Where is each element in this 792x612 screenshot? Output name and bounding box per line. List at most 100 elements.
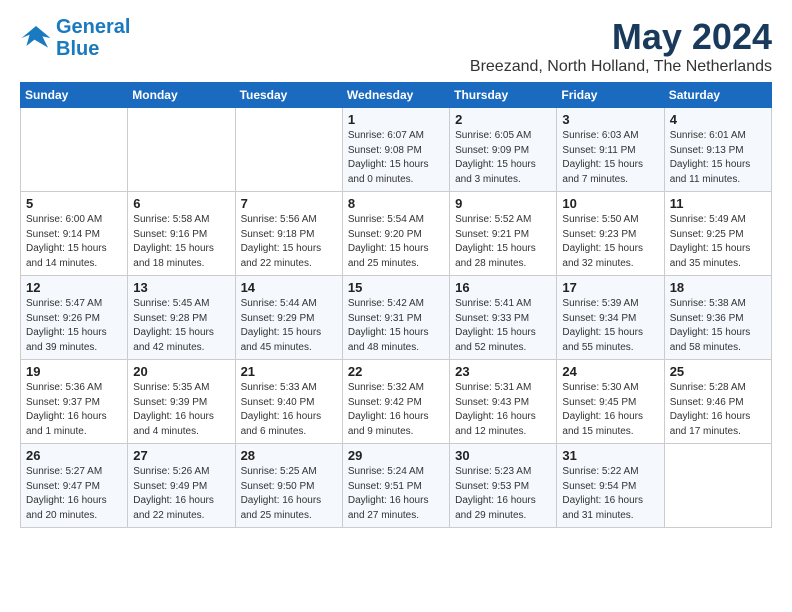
day-info: Sunrise: 6:07 AMSunset: 9:08 PMDaylight:… (348, 129, 444, 187)
weekday-header: Monday (128, 83, 235, 108)
day-number: 7 (241, 196, 337, 211)
calendar-cell (664, 444, 771, 528)
day-info: Sunrise: 5:41 AMSunset: 9:33 PMDaylight:… (455, 297, 551, 355)
calendar-cell: 17 Sunrise: 5:39 AMSunset: 9:34 PMDayligh… (557, 276, 664, 360)
day-number: 29 (348, 448, 444, 463)
calendar-cell: 6 Sunrise: 5:58 AMSunset: 9:16 PMDaylight… (128, 192, 235, 276)
day-number: 19 (26, 364, 122, 379)
day-info: Sunrise: 6:00 AMSunset: 9:14 PMDaylight:… (26, 213, 122, 271)
day-info: Sunrise: 5:44 AMSunset: 9:29 PMDaylight:… (241, 297, 337, 355)
day-number: 21 (241, 364, 337, 379)
day-number: 1 (348, 112, 444, 127)
day-number: 2 (455, 112, 551, 127)
day-number: 13 (133, 280, 229, 295)
day-info: Sunrise: 5:50 AMSunset: 9:23 PMDaylight:… (562, 213, 658, 271)
calendar-cell: 23 Sunrise: 5:31 AMSunset: 9:43 PMDayligh… (450, 360, 557, 444)
day-number: 16 (455, 280, 551, 295)
day-info: Sunrise: 5:54 AMSunset: 9:20 PMDaylight:… (348, 213, 444, 271)
day-number: 9 (455, 196, 551, 211)
calendar-table: SundayMondayTuesdayWednesdayThursdayFrid… (20, 82, 772, 528)
calendar-cell: 10 Sunrise: 5:50 AMSunset: 9:23 PMDayligh… (557, 192, 664, 276)
day-info: Sunrise: 5:56 AMSunset: 9:18 PMDaylight:… (241, 213, 337, 271)
month-title: May 2024 (470, 16, 772, 58)
weekday-header: Saturday (664, 83, 771, 108)
day-number: 23 (455, 364, 551, 379)
calendar-cell: 16 Sunrise: 5:41 AMSunset: 9:33 PMDayligh… (450, 276, 557, 360)
day-number: 4 (670, 112, 766, 127)
header: General Blue May 2024 Breezand, North Ho… (20, 16, 772, 76)
day-info: Sunrise: 5:26 AMSunset: 9:49 PMDaylight:… (133, 465, 229, 523)
calendar-cell: 24 Sunrise: 5:30 AMSunset: 9:45 PMDayligh… (557, 360, 664, 444)
calendar-cell: 31 Sunrise: 5:22 AMSunset: 9:54 PMDayligh… (557, 444, 664, 528)
day-number: 25 (670, 364, 766, 379)
day-info: Sunrise: 5:52 AMSunset: 9:21 PMDaylight:… (455, 213, 551, 271)
calendar-week-row: 19 Sunrise: 5:36 AMSunset: 9:37 PMDayligh… (21, 360, 772, 444)
calendar-cell: 28Sunrise: 5:25 AMSunset: 9:50 PMDayligh… (235, 444, 342, 528)
calendar-cell: 27 Sunrise: 5:26 AMSunset: 9:49 PMDayligh… (128, 444, 235, 528)
day-info: Sunrise: 5:25 AMSunset: 9:50 PMDaylight:… (241, 465, 337, 523)
calendar-cell: 15 Sunrise: 5:42 AMSunset: 9:31 PMDayligh… (342, 276, 449, 360)
day-info: Sunrise: 5:36 AMSunset: 9:37 PMDaylight:… (26, 381, 122, 439)
day-number: 15 (348, 280, 444, 295)
day-info: Sunrise: 5:30 AMSunset: 9:45 PMDaylight:… (562, 381, 658, 439)
day-number: 20 (133, 364, 229, 379)
calendar-cell: 1 Sunrise: 6:07 AMSunset: 9:08 PMDaylight… (342, 108, 449, 192)
weekday-header: Thursday (450, 83, 557, 108)
day-number: 8 (348, 196, 444, 211)
day-number: 27 (133, 448, 229, 463)
calendar-cell: 8 Sunrise: 5:54 AMSunset: 9:20 PMDaylight… (342, 192, 449, 276)
weekday-header: Friday (557, 83, 664, 108)
calendar-cell: 19 Sunrise: 5:36 AMSunset: 9:37 PMDayligh… (21, 360, 128, 444)
calendar-cell: 12Sunrise: 5:47 AMSunset: 9:26 PMDayligh… (21, 276, 128, 360)
day-number: 17 (562, 280, 658, 295)
day-info: Sunrise: 5:42 AMSunset: 9:31 PMDaylight:… (348, 297, 444, 355)
day-info: Sunrise: 5:27 AMSunset: 9:47 PMDaylight:… (26, 465, 122, 523)
calendar-cell: 11Sunrise: 5:49 AMSunset: 9:25 PMDayligh… (664, 192, 771, 276)
day-number: 3 (562, 112, 658, 127)
day-number: 22 (348, 364, 444, 379)
day-info: Sunrise: 5:45 AMSunset: 9:28 PMDaylight:… (133, 297, 229, 355)
weekday-header-row: SundayMondayTuesdayWednesdayThursdayFrid… (21, 83, 772, 108)
day-number: 5 (26, 196, 122, 211)
day-number: 11 (670, 196, 766, 211)
calendar-cell: 5 Sunrise: 6:00 AMSunset: 9:14 PMDaylight… (21, 192, 128, 276)
logo-text: General Blue (56, 16, 130, 60)
calendar-cell (21, 108, 128, 192)
day-info: Sunrise: 5:35 AMSunset: 9:39 PMDaylight:… (133, 381, 229, 439)
day-info: Sunrise: 5:31 AMSunset: 9:43 PMDaylight:… (455, 381, 551, 439)
logo-icon (20, 22, 52, 54)
day-info: Sunrise: 5:39 AMSunset: 9:34 PMDaylight:… (562, 297, 658, 355)
calendar-cell: 7 Sunrise: 5:56 AMSunset: 9:18 PMDaylight… (235, 192, 342, 276)
calendar-cell: 29 Sunrise: 5:24 AMSunset: 9:51 PMDayligh… (342, 444, 449, 528)
day-info: Sunrise: 5:47 AMSunset: 9:26 PMDaylight:… (26, 297, 122, 355)
day-number: 30 (455, 448, 551, 463)
calendar-week-row: 5 Sunrise: 6:00 AMSunset: 9:14 PMDaylight… (21, 192, 772, 276)
title-area: May 2024 Breezand, North Holland, The Ne… (470, 16, 772, 76)
day-number: 24 (562, 364, 658, 379)
day-info: Sunrise: 5:58 AMSunset: 9:16 PMDaylight:… (133, 213, 229, 271)
logo: General Blue (20, 16, 130, 60)
day-info: Sunrise: 5:32 AMSunset: 9:42 PMDaylight:… (348, 381, 444, 439)
calendar-week-row: 12Sunrise: 5:47 AMSunset: 9:26 PMDayligh… (21, 276, 772, 360)
day-info: Sunrise: 5:23 AMSunset: 9:53 PMDaylight:… (455, 465, 551, 523)
day-info: Sunrise: 5:22 AMSunset: 9:54 PMDaylight:… (562, 465, 658, 523)
day-number: 6 (133, 196, 229, 211)
day-info: Sunrise: 6:03 AMSunset: 9:11 PMDaylight:… (562, 129, 658, 187)
calendar-cell: 30 Sunrise: 5:23 AMSunset: 9:53 PMDayligh… (450, 444, 557, 528)
calendar-cell: 9 Sunrise: 5:52 AMSunset: 9:21 PMDaylight… (450, 192, 557, 276)
calendar-cell: 14Sunrise: 5:44 AMSunset: 9:29 PMDayligh… (235, 276, 342, 360)
calendar-cell: 21 Sunrise: 5:33 AMSunset: 9:40 PMDayligh… (235, 360, 342, 444)
calendar-cell: 3 Sunrise: 6:03 AMSunset: 9:11 PMDaylight… (557, 108, 664, 192)
day-info: Sunrise: 6:05 AMSunset: 9:09 PMDaylight:… (455, 129, 551, 187)
day-number: 10 (562, 196, 658, 211)
day-info: Sunrise: 5:33 AMSunset: 9:40 PMDaylight:… (241, 381, 337, 439)
day-number: 26 (26, 448, 122, 463)
calendar-cell: 26 Sunrise: 5:27 AMSunset: 9:47 PMDayligh… (21, 444, 128, 528)
weekday-header: Wednesday (342, 83, 449, 108)
calendar-cell: 18Sunrise: 5:38 AMSunset: 9:36 PMDayligh… (664, 276, 771, 360)
calendar-cell (128, 108, 235, 192)
day-info: Sunrise: 5:24 AMSunset: 9:51 PMDaylight:… (348, 465, 444, 523)
calendar-cell: 20 Sunrise: 5:35 AMSunset: 9:39 PMDayligh… (128, 360, 235, 444)
day-info: Sunrise: 6:01 AMSunset: 9:13 PMDaylight:… (670, 129, 766, 187)
day-number: 31 (562, 448, 658, 463)
